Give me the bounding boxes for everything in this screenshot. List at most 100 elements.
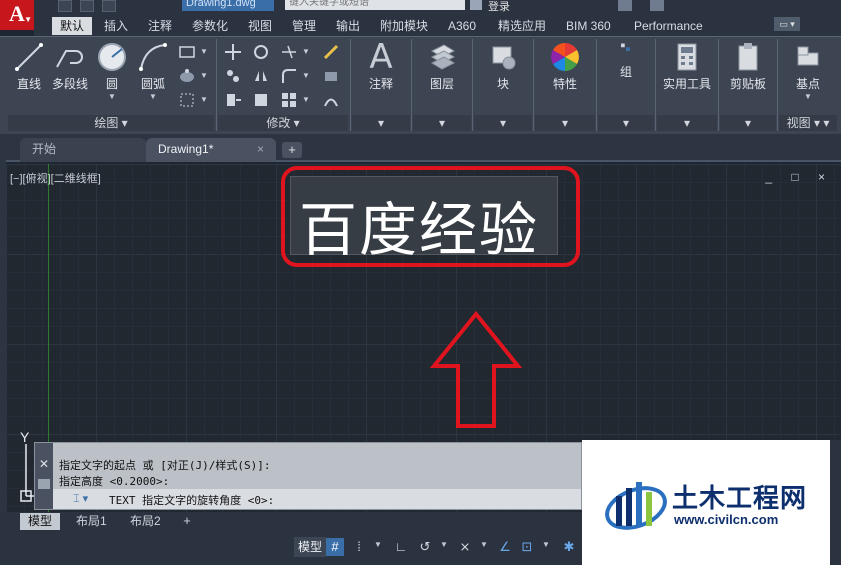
add-layout-button[interactable]: + xyxy=(178,513,196,529)
search-input[interactable]: 键入关键字或短语 xyxy=(285,0,465,10)
clipboard-dropdown[interactable]: ▾ xyxy=(720,115,776,131)
model-space-button[interactable]: 模型 xyxy=(294,537,327,557)
command-line[interactable]: ✕ 指定文字的起点 或 [对正(J)/样式(S)]: 指定高度 <0.2000>… xyxy=(34,442,582,510)
close-icon[interactable]: × xyxy=(257,138,264,160)
viewport-controls-label[interactable]: [−][俯视][二维线框] xyxy=(10,170,101,186)
offset-icon[interactable] xyxy=(322,91,340,109)
group-tool[interactable]: 组 xyxy=(602,41,650,80)
tab-output[interactable]: 输出 xyxy=(336,17,360,35)
osnap-icon[interactable]: ⨯ xyxy=(456,538,474,556)
new-icon[interactable] xyxy=(58,0,72,12)
utilities-tool[interactable]: 实用工具 xyxy=(659,41,715,92)
properties-dropdown[interactable]: ▾ xyxy=(535,115,595,131)
tab-annotate[interactable]: 注释 xyxy=(148,17,172,35)
tab-default[interactable]: 默认 xyxy=(52,17,93,35)
chevron-down-icon[interactable]: ▼ xyxy=(94,92,130,102)
account-icon[interactable] xyxy=(650,0,664,11)
group-dropdown[interactable]: ▾ xyxy=(598,115,654,131)
chevron-down-icon[interactable]: ▼ xyxy=(134,92,172,102)
chevron-down-icon[interactable]: ▼ xyxy=(302,95,310,104)
block-panel[interactable]: 块 ▾ xyxy=(474,37,532,133)
erase-icon[interactable] xyxy=(322,43,340,61)
ribbon-minimize-toggle[interactable]: ▭ ▾ xyxy=(774,17,800,31)
scale-icon[interactable] xyxy=(252,91,270,109)
chevron-down-icon[interactable]: ▼ xyxy=(200,47,208,56)
open-icon[interactable] xyxy=(80,0,94,12)
tab-manage[interactable]: 管理 xyxy=(292,17,316,35)
properties-tool[interactable]: 特性 xyxy=(540,41,590,92)
chevron-down-icon[interactable]: ▼ xyxy=(302,47,310,56)
arc-tool[interactable]: 圆弧 ▼ xyxy=(134,41,172,102)
otrack-icon[interactable]: ∠ xyxy=(496,538,514,556)
copy-icon[interactable] xyxy=(224,67,242,85)
polyline-tool[interactable]: 多段线 xyxy=(50,41,90,92)
viewport-window-controls[interactable]: _ □ × xyxy=(765,170,833,184)
exchange-icon[interactable] xyxy=(618,0,632,11)
line-tool[interactable]: 直线 xyxy=(12,41,46,92)
move-icon[interactable] xyxy=(224,43,242,61)
layers-tool[interactable]: 图层 xyxy=(417,41,467,92)
array-icon[interactable] xyxy=(280,91,298,109)
clipboard-panel[interactable]: 剪贴板 ▾ xyxy=(720,37,776,133)
chevron-down-icon[interactable]: ▼ xyxy=(302,71,310,80)
utilities-dropdown[interactable]: ▾ xyxy=(657,115,717,131)
tab-featured-apps[interactable]: 精选应用 xyxy=(498,17,546,35)
new-tab-button[interactable]: + xyxy=(282,142,302,158)
tab-view[interactable]: 视图 xyxy=(248,17,272,35)
clipboard-tool[interactable]: 剪贴板 xyxy=(722,41,774,92)
snap-icon[interactable]: ⁞ xyxy=(350,538,368,556)
view-panel[interactable]: 基点 ▼ 视图 ▾ ▾ xyxy=(779,37,837,133)
application-menu-button[interactable]: A ▼ xyxy=(0,0,34,30)
trim-icon[interactable] xyxy=(280,43,298,61)
utilities-panel[interactable]: 实用工具 ▾ xyxy=(657,37,717,133)
annotation-dropdown[interactable]: ▾ xyxy=(352,115,410,131)
chevron-down-icon[interactable]: ▼ xyxy=(783,92,833,102)
view-panel-title[interactable]: 视图 ▾ ▾ xyxy=(779,115,837,131)
annotation-scale-icon[interactable]: ✱ xyxy=(560,538,578,556)
tab-a360[interactable]: A360 xyxy=(448,17,476,35)
command-input[interactable]: ⌶ ▾ TEXT 指定文字的旋转角度 <0>: xyxy=(53,489,581,509)
layers-dropdown[interactable]: ▾ xyxy=(413,115,471,131)
hatch-icon[interactable] xyxy=(178,67,196,85)
fillet-icon[interactable] xyxy=(280,67,298,85)
block-dropdown[interactable]: ▾ xyxy=(474,115,532,131)
rotate-icon[interactable] xyxy=(252,43,270,61)
tab-addins[interactable]: 附加模块 xyxy=(380,17,428,35)
tab-performance[interactable]: Performance xyxy=(634,17,703,35)
tab-layout2[interactable]: 布局2 xyxy=(122,513,169,530)
draw-panel-title[interactable]: 绘图 ▾ xyxy=(8,115,214,131)
tab-layout1[interactable]: 布局1 xyxy=(68,513,115,530)
annotation-panel[interactable]: A 注释 ▾ xyxy=(352,37,410,133)
ortho-icon[interactable]: ∟ xyxy=(392,538,410,556)
save-icon[interactable] xyxy=(102,0,116,12)
explode-icon[interactable] xyxy=(322,67,340,85)
chevron-down-icon[interactable]: ▼ xyxy=(200,71,208,80)
base-point-tool[interactable]: 基点 ▼ xyxy=(783,41,833,102)
grid-icon[interactable]: # xyxy=(326,538,344,556)
chevron-down-icon[interactable]: ▼ xyxy=(542,540,550,549)
layers-panel[interactable]: 图层 ▾ xyxy=(413,37,471,133)
tab-model[interactable]: 模型 xyxy=(20,513,61,530)
properties-panel[interactable]: 特性 ▾ xyxy=(535,37,595,133)
tab-drawing1[interactable]: Drawing1* × xyxy=(146,138,276,162)
polar-icon[interactable]: ↺ xyxy=(416,538,434,556)
boundary-icon[interactable] xyxy=(178,91,196,109)
annotation-tool[interactable]: A 注释 xyxy=(356,40,406,92)
circle-tool[interactable]: 圆 ▼ xyxy=(94,41,130,102)
block-tool[interactable]: 块 xyxy=(478,41,528,92)
tab-insert[interactable]: 插入 xyxy=(104,17,128,35)
tab-bim360[interactable]: BIM 360 xyxy=(566,17,611,35)
group-panel[interactable]: 组 ▾ xyxy=(598,37,654,133)
rectangle-icon[interactable] xyxy=(178,43,196,61)
chevron-down-icon[interactable]: ▼ xyxy=(200,95,208,104)
mirror-icon[interactable] xyxy=(252,67,270,85)
customize-icon[interactable] xyxy=(38,479,50,489)
tab-start[interactable]: 开始 xyxy=(20,138,146,162)
chevron-down-icon[interactable]: ▼ xyxy=(374,540,382,549)
tab-parametric[interactable]: 参数化 xyxy=(192,17,228,35)
close-icon[interactable]: ✕ xyxy=(39,457,49,471)
modify-panel-title[interactable]: 修改 ▾ xyxy=(218,115,348,131)
dynamic-ucs-icon[interactable]: ⊡ xyxy=(518,538,536,556)
chevron-down-icon[interactable]: ▼ xyxy=(440,540,448,549)
login-button[interactable]: 登录 xyxy=(470,0,510,14)
